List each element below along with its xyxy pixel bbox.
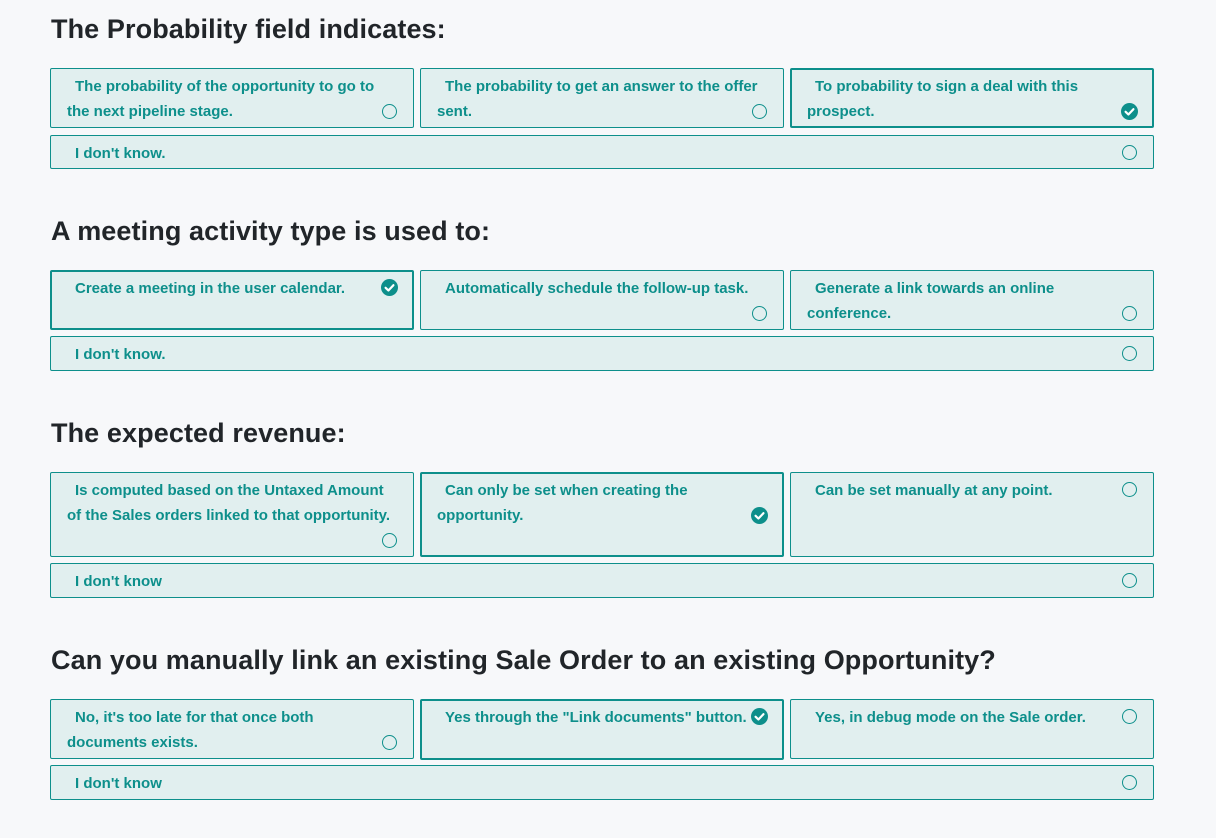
question-title: The expected revenue: — [51, 418, 346, 448]
question-4: Can you manually link an existing Sale O… — [50, 644, 1154, 800]
answer-label: Create a meeting in the user calendar. — [75, 280, 346, 297]
answer-label: Yes, in debug mode on the Sale order. — [815, 709, 1086, 726]
answer-label: The probability to get an answer to the … — [437, 78, 758, 120]
radio-circle-icon — [1122, 775, 1137, 790]
radio-circle-icon — [1122, 306, 1137, 321]
radio-circle-icon — [382, 533, 397, 548]
answer-label: I don't know. — [75, 145, 166, 162]
answer-option[interactable]: The probability to get an answer to the … — [420, 68, 784, 128]
answer-label: Can only be set when creating the opport… — [437, 482, 688, 524]
radio-circle-icon — [1122, 145, 1137, 160]
radio-circle-icon — [1122, 709, 1137, 724]
answer-option[interactable]: I don't know — [50, 765, 1154, 800]
radio-circle-icon — [752, 104, 767, 119]
question-2: A meeting activity type is used to: Crea… — [50, 215, 1154, 371]
answer-label: Is computed based on the Untaxed Amount … — [67, 482, 391, 524]
answer-label: The probability of the opportunity to go… — [67, 78, 375, 120]
answer-option-selected[interactable]: Yes through the "Link documents" button. — [420, 699, 784, 760]
answer-option-selected[interactable]: To probability to sign a deal with this … — [790, 68, 1154, 128]
question-3: The expected revenue: Is computed based … — [50, 417, 1154, 598]
question-title: Can you manually link an existing Sale O… — [51, 645, 996, 675]
answer-label: I don't know — [75, 573, 162, 590]
answer-label: To probability to sign a deal with this … — [807, 78, 1079, 120]
answer-label: Generate a link towards an online confer… — [807, 280, 1055, 322]
answer-label: Automatically schedule the follow-up tas… — [445, 280, 749, 297]
answer-label: No, it's too late for that once both doc… — [67, 709, 314, 751]
radio-circle-icon — [752, 306, 767, 321]
check-circle-icon — [381, 279, 398, 296]
check-circle-icon — [751, 507, 768, 524]
question-title: The Probability field indicates: — [51, 14, 446, 44]
answer-option[interactable]: I don't know. — [50, 135, 1154, 169]
answer-option[interactable]: No, it's too late for that once both doc… — [50, 699, 414, 759]
radio-circle-icon — [1122, 346, 1137, 361]
answer-option[interactable]: The probability of the opportunity to go… — [50, 68, 414, 128]
answer-option-selected[interactable]: Create a meeting in the user calendar. — [50, 270, 414, 330]
radio-circle-icon — [382, 104, 397, 119]
check-circle-icon — [1121, 103, 1138, 120]
answer-option[interactable]: Yes, in debug mode on the Sale order. — [790, 699, 1154, 759]
answer-option[interactable]: Automatically schedule the follow-up tas… — [420, 270, 784, 330]
answer-option[interactable]: I don't know — [50, 563, 1154, 598]
check-circle-icon — [751, 708, 768, 725]
answer-option-selected[interactable]: Can only be set when creating the opport… — [420, 472, 784, 557]
question-title: A meeting activity type is used to: — [51, 216, 491, 246]
answer-option[interactable]: I don't know. — [50, 336, 1154, 371]
question-1: The Probability field indicates: The pro… — [50, 13, 1154, 169]
radio-circle-icon — [382, 735, 397, 750]
radio-circle-icon — [1122, 482, 1137, 497]
answer-label: Yes through the "Link documents" button. — [445, 709, 747, 726]
answer-label: Can be set manually at any point. — [815, 482, 1053, 499]
answer-option[interactable]: Generate a link towards an online confer… — [790, 270, 1154, 330]
answer-label: I don't know. — [75, 346, 166, 363]
answer-option[interactable]: Is computed based on the Untaxed Amount … — [50, 472, 414, 557]
answer-label: I don't know — [75, 775, 162, 792]
radio-circle-icon — [1122, 573, 1137, 588]
answer-option[interactable]: Can be set manually at any point. — [790, 472, 1154, 557]
quiz-form: The Probability field indicates: The pro… — [0, 0, 1216, 838]
